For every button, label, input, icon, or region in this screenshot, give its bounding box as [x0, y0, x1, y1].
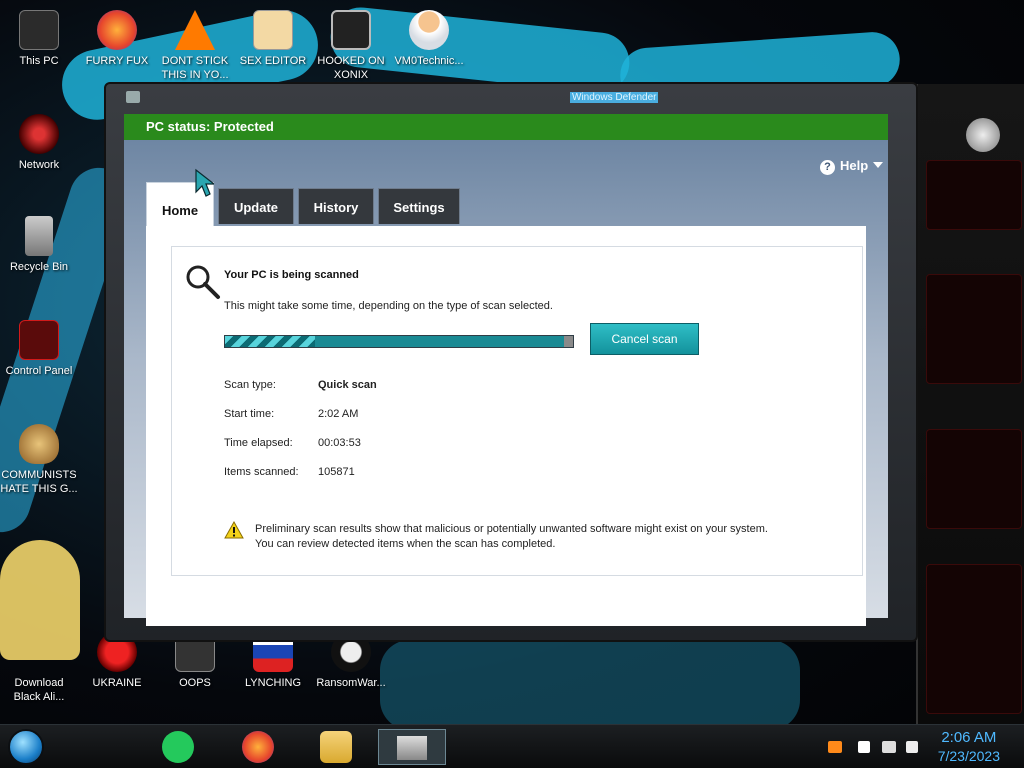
- gadget-cpu-segment: [926, 274, 1022, 384]
- wallpaper-figure: [380, 640, 800, 730]
- vlc-icon: [175, 10, 215, 50]
- desktop-icon-ukraine[interactable]: UKRAINE: [78, 632, 156, 704]
- tab-update[interactable]: Update: [218, 188, 294, 224]
- taskbar-chat-icon[interactable]: [162, 731, 194, 763]
- warning-line-2: You can review detected items when the s…: [255, 538, 556, 550]
- scan-progress-bar: [224, 335, 574, 348]
- desktop-icon-lynching[interactable]: LYNCHING: [234, 632, 312, 704]
- detail-value: 105871: [318, 466, 355, 478]
- desktop-icon-dont-stick[interactable]: DONT STICK THIS IN YO...: [156, 10, 234, 82]
- tray-flag-icon[interactable]: [858, 741, 870, 753]
- network-icon: [19, 114, 59, 154]
- cancel-scan-button[interactable]: Cancel scan: [590, 323, 699, 355]
- desktop-icon-recycle-bin[interactable]: Recycle Bin: [0, 216, 78, 288]
- window-titlebar[interactable]: Windows Defender: [106, 84, 916, 112]
- window-title: Windows Defender: [570, 92, 659, 103]
- scan-card: Your PC is being scanned This might take…: [171, 246, 863, 576]
- help-label: Help: [840, 158, 869, 173]
- xd-icon: [253, 10, 293, 50]
- taskbar-defender-button[interactable]: [378, 729, 446, 765]
- money-bag-icon: [19, 424, 59, 464]
- gadget-network-segment: [926, 429, 1022, 529]
- pc-status-bar: PC status: Protected: [124, 114, 888, 140]
- windows-defender-window: Windows Defender PC status: Protected Ho…: [104, 82, 918, 642]
- tray-app-icon[interactable]: [828, 741, 842, 753]
- warning-icon: [224, 521, 244, 539]
- control-panel-icon: [19, 320, 59, 360]
- gadget-clock-segment: [926, 160, 1022, 230]
- clock-time: 2:06 AM: [941, 729, 997, 746]
- game-icon: [331, 10, 371, 50]
- alienware-gadget-panel: [916, 84, 1024, 724]
- mouse-cursor-icon: [195, 168, 214, 197]
- computer-icon: [19, 10, 59, 50]
- chevron-down-icon: [873, 162, 884, 168]
- window-client-area: PC status: Protected Home Update History…: [124, 114, 888, 626]
- detail-label: Start time:: [224, 408, 275, 420]
- scan-progress-fill: [225, 336, 316, 347]
- alien-logo-icon: [966, 118, 1000, 152]
- defender-castle-icon: [397, 736, 427, 760]
- desktop-icon-sex-editor[interactable]: SEX EDITOR: [234, 10, 312, 82]
- detail-label: Scan type:: [224, 379, 276, 391]
- tray-volume-icon[interactable]: [906, 741, 918, 753]
- recycle-bin-icon: [25, 216, 53, 256]
- desktop-icon-vm0technic[interactable]: VM0Technic...: [390, 10, 468, 82]
- content-background: Home Update History Settings ? Help Your …: [124, 140, 888, 626]
- scan-heading: Your PC is being scanned: [224, 269, 359, 281]
- desktop-icon-communists[interactable]: COMMUNISTS HATE THIS G...: [0, 424, 78, 496]
- desktop-icon-furry-fux[interactable]: FURRY FUX: [78, 10, 156, 82]
- home-page-panel: Your PC is being scanned This might take…: [146, 226, 866, 626]
- desktop-icon-hooked-on-xonix[interactable]: HOOKED ON XONIX: [312, 10, 390, 82]
- detail-value: 2:02 AM: [318, 408, 359, 420]
- taskbar-firefox-icon[interactable]: [242, 731, 274, 763]
- download-icon: [19, 632, 59, 672]
- help-question-icon: ?: [820, 160, 835, 175]
- gadget-drives-segment: [926, 564, 1022, 714]
- desktop-icon-download-black-ali[interactable]: Download Black Ali...: [0, 632, 78, 704]
- detail-label: Time elapsed:: [224, 437, 293, 449]
- detail-value: Quick scan: [318, 379, 377, 391]
- start-button[interactable]: [8, 729, 44, 765]
- tab-settings[interactable]: Settings: [378, 188, 460, 224]
- desktop-icon-network[interactable]: Network: [0, 114, 78, 186]
- desktop-icon-ransomware[interactable]: RansomWar...: [312, 632, 390, 704]
- magnifier-icon: [186, 265, 220, 299]
- desktop-icon-oops[interactable]: OOPS: [156, 632, 234, 704]
- detail-row-scan-type: Scan type: Quick scan: [224, 379, 377, 391]
- detail-value: 00:03:53: [318, 437, 361, 449]
- warning-message: Preliminary scan results show that malic…: [255, 522, 845, 552]
- taskbar-clock[interactable]: 2:06 AM 7/23/2023: [938, 728, 1000, 766]
- detail-row-items-scanned: Items scanned: 105871: [224, 466, 355, 478]
- scan-progress-end-cap: [564, 336, 573, 347]
- desktop-icon-control-panel[interactable]: Control Panel: [0, 320, 78, 392]
- warning-line-1: Preliminary scan results show that malic…: [255, 523, 768, 535]
- doctor-icon: [409, 10, 449, 50]
- clock-date: 7/23/2023: [937, 748, 1000, 764]
- firefox-icon: [97, 10, 137, 50]
- taskbar-file-explorer-icon[interactable]: [320, 731, 352, 763]
- scan-subtitle: This might take some time, depending on …: [224, 300, 553, 312]
- detail-label: Items scanned:: [224, 466, 299, 478]
- tab-history[interactable]: History: [298, 188, 374, 224]
- detail-row-start-time: Start time: 2:02 AM: [224, 408, 358, 420]
- tray-network-icon[interactable]: [882, 741, 896, 753]
- taskbar: 2:06 AM 7/23/2023: [0, 724, 1024, 768]
- window-system-menu-icon[interactable]: [126, 91, 140, 103]
- desktop-icon-this-pc[interactable]: This PC: [0, 10, 78, 82]
- detail-row-time-elapsed: Time elapsed: 00:03:53: [224, 437, 361, 449]
- help-menu-button[interactable]: ? Help: [820, 158, 884, 175]
